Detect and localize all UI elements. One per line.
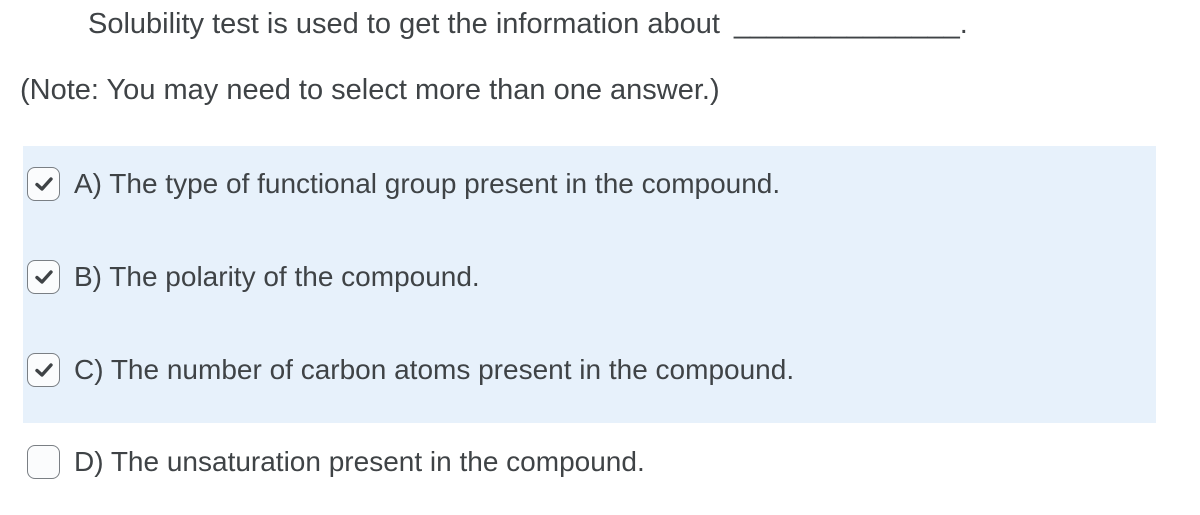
option-d[interactable]: D) The unsaturation present in the compo…	[27, 442, 645, 482]
option-c-checkbox[interactable]	[27, 353, 60, 387]
option-d-checkbox[interactable]	[27, 445, 60, 479]
option-c[interactable]: C) The number of carbon atoms present in…	[27, 350, 794, 390]
question-text: Solubility test is used to get the infor…	[88, 4, 968, 44]
checkmark-icon	[34, 177, 53, 191]
option-b-label: B) The polarity of the compound.	[74, 261, 480, 292]
answer-blank: ______________.	[734, 8, 968, 40]
option-c-label: C) The number of carbon atoms present in…	[74, 354, 795, 385]
option-b[interactable]: B) The polarity of the compound.	[27, 257, 480, 297]
option-b-checkbox[interactable]	[27, 260, 60, 294]
option-a-label: A) The type of functional group present …	[74, 168, 781, 199]
option-d-label: D) The unsaturation present in the compo…	[74, 446, 645, 477]
instruction-note: (Note: You may need to select more than …	[20, 74, 720, 106]
checkmark-icon	[34, 363, 53, 377]
option-a-checkbox[interactable]	[27, 167, 60, 201]
checkmark-icon	[34, 270, 53, 284]
question-stem: Solubility test is used to get the infor…	[88, 8, 720, 40]
option-a[interactable]: A) The type of functional group present …	[27, 164, 780, 204]
